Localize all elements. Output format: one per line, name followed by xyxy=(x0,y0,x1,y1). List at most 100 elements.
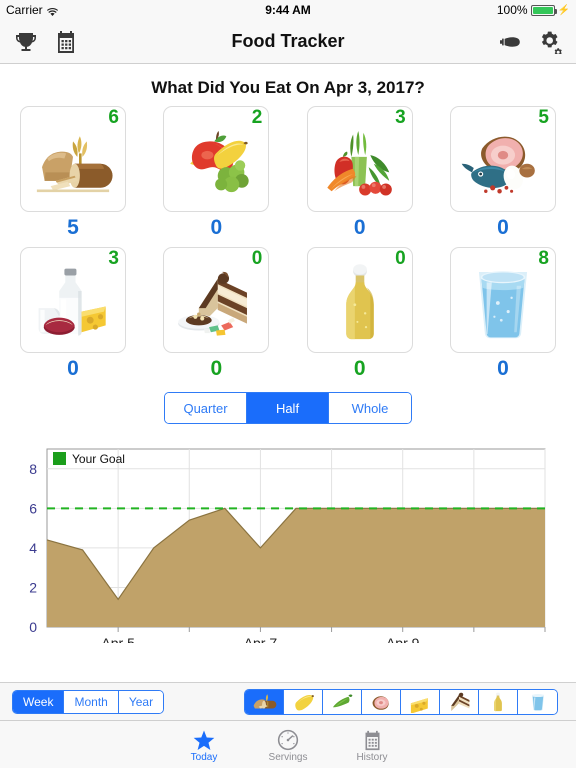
x-tick-label: Apr 5 xyxy=(101,635,135,643)
grains-icon xyxy=(30,119,116,205)
vegetables-icon xyxy=(317,119,403,205)
sweets-icon xyxy=(173,260,259,346)
trophy-icon[interactable] xyxy=(14,30,38,54)
segment-whole[interactable]: Whole xyxy=(329,393,411,424)
nav-bar: Food Tracker xyxy=(0,20,576,64)
food-cell-oils: 0 0 xyxy=(306,247,413,382)
food-filter-protein[interactable] xyxy=(362,689,401,714)
food-cell-grains: 6 5 xyxy=(20,106,126,241)
tab-history[interactable]: History xyxy=(330,725,414,764)
food-filter-control[interactable] xyxy=(244,688,558,715)
legend-label: Your Goal xyxy=(72,452,125,466)
y-tick-label: 6 xyxy=(29,501,37,517)
portion-segmented-control[interactable]: Quarter Half Whole xyxy=(164,392,412,425)
food-cell-protein: 5 0 xyxy=(449,106,556,241)
food-tile-fruits[interactable]: 2 xyxy=(163,106,270,212)
nav-left-group xyxy=(14,30,78,54)
y-tick-label: 2 xyxy=(29,580,37,596)
food-filter-water[interactable] xyxy=(518,689,557,714)
range-segment-year[interactable]: Year xyxy=(118,690,164,713)
chart-controls-bar: Week Month Year xyxy=(0,682,576,720)
food-tile-grains[interactable]: 6 xyxy=(20,106,126,212)
tile-count-value: 0 xyxy=(497,357,509,381)
status-time: 9:44 AM xyxy=(265,3,311,17)
food-cell-water: 8 0 xyxy=(449,247,556,382)
tab-label: Servings xyxy=(268,752,308,763)
status-left: Carrier xyxy=(6,3,58,17)
food-cell-dairy: 3 0 xyxy=(20,247,126,382)
oils-icon xyxy=(317,260,403,346)
y-tick-label: 8 xyxy=(29,461,37,477)
calendar-icon xyxy=(362,725,383,751)
protein-icon xyxy=(460,119,546,205)
food-filter-fruits[interactable] xyxy=(284,689,323,714)
tab-label: Today xyxy=(190,752,218,763)
battery-percent-label: 100% xyxy=(496,3,528,17)
tile-goal-value: 3 xyxy=(108,248,119,270)
tile-count-value: 0 xyxy=(67,357,79,381)
food-filter-grains[interactable] xyxy=(245,689,284,714)
gear-icon[interactable] xyxy=(538,30,562,54)
food-filter-dairy[interactable] xyxy=(401,689,440,714)
main-content: What Did You Eat On Apr 3, 2017? 6 5 2 0… xyxy=(0,64,576,682)
gauge-icon xyxy=(277,725,299,751)
tile-goal-value: 2 xyxy=(251,107,263,128)
food-tile-dairy[interactable]: 3 xyxy=(20,247,126,354)
x-tick-label: Apr 7 xyxy=(244,635,278,643)
food-cell-vegetables: 3 0 xyxy=(306,106,413,241)
servings-chart: 0 2 4 6 8 Apr 5 Apr 7 Apr 9 Your Goal xyxy=(0,438,576,643)
x-tick-label: Apr 9 xyxy=(386,635,420,643)
tile-goal-value: 0 xyxy=(251,248,263,270)
segment-quarter[interactable]: Quarter xyxy=(165,393,247,424)
food-filter-sweets[interactable] xyxy=(440,689,479,714)
food-filter-vegetables[interactable] xyxy=(323,689,362,714)
tile-count-value: 0 xyxy=(497,216,509,239)
tile-row: 6 5 2 0 3 0 5 0 xyxy=(20,106,556,241)
food-cell-fruits: 2 0 xyxy=(163,106,270,241)
portion-control-wrapper: Quarter Half Whole xyxy=(0,392,576,425)
legend-swatch xyxy=(53,452,66,466)
page-title: Food Tracker xyxy=(231,31,345,51)
food-tile-oils[interactable]: 0 xyxy=(306,247,413,354)
food-filter-oils[interactable] xyxy=(479,689,518,714)
water-icon xyxy=(460,260,546,346)
tile-goal-value: 6 xyxy=(108,107,119,128)
y-tick-label: 4 xyxy=(29,540,37,556)
y-tick-label: 0 xyxy=(29,619,37,635)
food-tile-water[interactable]: 8 xyxy=(449,247,556,354)
tile-count-value: 0 xyxy=(353,357,366,381)
tile-goal-value: 5 xyxy=(538,107,549,128)
app-screen: Carrier 9:44 AM 100% ⚡ Food Tracker What… xyxy=(0,0,576,768)
lightning-bolt-icon: ⚡ xyxy=(557,4,570,16)
chart-svg: 0 2 4 6 8 Apr 5 Apr 7 Apr 9 Your Goal xyxy=(29,448,546,643)
range-segmented-control[interactable]: Week Month Year xyxy=(12,689,165,714)
food-tile-protein[interactable]: 5 xyxy=(449,106,556,212)
food-cell-sweets: 0 0 xyxy=(163,247,270,382)
tab-label: History xyxy=(356,752,388,763)
tab-servings[interactable]: Servings xyxy=(246,725,330,764)
segment-half[interactable]: Half xyxy=(247,393,329,424)
nav-right-group xyxy=(498,30,562,54)
fruits-icon xyxy=(173,119,259,205)
tab-bar: Today Servings History xyxy=(0,720,576,768)
tile-goal-value: 0 xyxy=(395,248,406,270)
food-tile-sweets[interactable]: 0 xyxy=(163,247,270,354)
calendar-icon[interactable] xyxy=(54,30,78,54)
status-right: 100% ⚡ xyxy=(497,3,570,17)
tile-count-value: 0 xyxy=(210,357,223,381)
food-tile-vegetables[interactable]: 3 xyxy=(306,106,413,212)
tile-count-value: 5 xyxy=(67,216,79,239)
tile-count-value: 0 xyxy=(353,216,366,239)
tab-today[interactable]: Today xyxy=(162,725,246,764)
prompt-question: What Did You Eat On Apr 3, 2017? xyxy=(151,78,425,97)
carrier-label: Carrier xyxy=(6,3,43,17)
star-icon xyxy=(193,725,215,751)
dairy-icon xyxy=(30,260,116,346)
range-segment-month[interactable]: Month xyxy=(64,690,119,713)
tile-count-value: 0 xyxy=(210,216,223,239)
range-segment-week[interactable]: Week xyxy=(13,690,65,713)
status-bar: Carrier 9:44 AM 100% ⚡ xyxy=(0,0,576,20)
tile-goal-value: 8 xyxy=(538,248,549,270)
wrench-icon[interactable] xyxy=(498,30,522,54)
wifi-icon xyxy=(46,6,58,16)
